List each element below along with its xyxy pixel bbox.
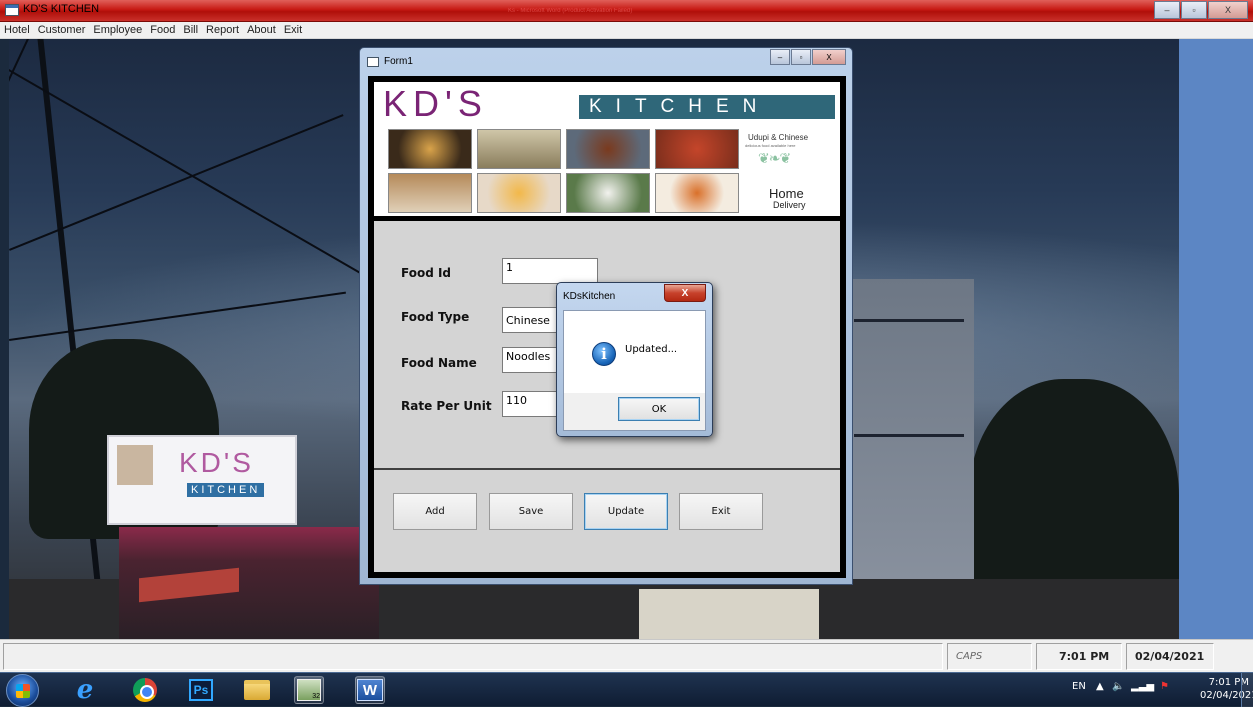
separator	[374, 468, 840, 470]
header-banner: KD'S KITCHEN Udupi & Chinese delicious f…	[374, 82, 840, 216]
maximize-button[interactable]: ▫	[1181, 1, 1207, 19]
network-signal-icon[interactable]: ▂▃▅	[1131, 681, 1154, 692]
minimize-button[interactable]: –	[1154, 1, 1180, 19]
form-icon	[367, 57, 379, 67]
taskbar: e Ps 32 W EN ▲ 🔈 ▂▃▅ ⚑ 7:01 PM 02/04/202…	[0, 672, 1253, 707]
show-desktop-button[interactable]	[1241, 673, 1253, 707]
ok-button[interactable]: OK	[618, 397, 700, 421]
food-id-input[interactable]: 1	[502, 258, 598, 284]
app-32-icon[interactable]: 32	[294, 676, 324, 704]
update-button[interactable]: Update	[584, 493, 668, 530]
food-type-label: Food Type	[401, 310, 470, 324]
dialog-close-button[interactable]: X	[664, 284, 706, 302]
rate-per-unit-label: Rate Per Unit	[401, 399, 492, 413]
exit-button[interactable]: Exit	[679, 493, 763, 530]
photoshop-icon[interactable]: Ps	[186, 676, 216, 704]
food-image	[566, 173, 650, 213]
dialog-body: i Updated... OK	[563, 310, 706, 431]
windows-icon	[16, 684, 30, 698]
food-image	[655, 173, 739, 213]
menu-bar: Hotel Customer Employee Food Bill Report…	[0, 22, 1253, 39]
start-button[interactable]	[6, 674, 39, 707]
internet-explorer-icon[interactable]: e	[70, 675, 100, 705]
food-image	[388, 173, 472, 213]
menu-report[interactable]: Report	[202, 22, 243, 38]
menu-hotel[interactable]: Hotel	[0, 22, 34, 38]
chrome-icon[interactable]	[130, 676, 160, 704]
food-image	[655, 129, 739, 169]
logo-kitchen: KITCHEN	[579, 95, 835, 119]
menu-food[interactable]: Food	[146, 22, 179, 38]
close-button[interactable]: X	[1208, 1, 1248, 19]
delivery-text: Delivery	[773, 200, 806, 210]
status-caps: CAPS	[947, 643, 1032, 670]
form1-title: Form1	[384, 56, 413, 67]
language-indicator[interactable]: EN	[1072, 681, 1086, 692]
menu-about[interactable]: About	[243, 22, 280, 38]
food-image	[477, 173, 561, 213]
desktop-area	[1179, 39, 1253, 639]
status-bar: CAPS 7:01 PM 02/04/2021	[0, 639, 1253, 672]
show-hidden-icons-icon[interactable]: ▲	[1096, 681, 1104, 692]
add-button[interactable]: Add	[393, 493, 477, 530]
ornament-icon: ❦❧❦	[758, 150, 791, 166]
main-titlebar: KD'S KITCHEN Ks - Microsoft Word (Produc…	[0, 0, 1253, 22]
form1-close-button[interactable]: X	[812, 49, 846, 65]
menu-customer[interactable]: Customer	[34, 22, 90, 38]
status-panel-main	[3, 643, 943, 670]
home-text: Home	[769, 186, 804, 201]
form1-maximize-button[interactable]: ▫	[791, 49, 811, 65]
menu-bill[interactable]: Bill	[179, 22, 202, 38]
main-window-title: KD'S KITCHEN	[23, 3, 100, 15]
status-date: 02/04/2021	[1126, 643, 1214, 670]
file-explorer-icon[interactable]	[242, 676, 272, 704]
food-image	[566, 129, 650, 169]
menu-exit[interactable]: Exit	[280, 22, 306, 38]
main-center-text: Ks - Microsoft Word (Product Activation …	[508, 8, 633, 14]
message-dialog: KDsKitchen X i Updated... OK	[556, 282, 713, 437]
food-image	[477, 129, 561, 169]
information-icon: i	[592, 342, 616, 366]
volume-icon[interactable]: 🔈	[1112, 681, 1124, 692]
tagline-small: delicious food available here	[745, 143, 796, 148]
action-center-icon[interactable]: ⚑	[1160, 681, 1169, 692]
app-icon	[5, 4, 19, 16]
food-name-label: Food Name	[401, 356, 477, 370]
food-id-label: Food Id	[401, 266, 452, 280]
dialog-title: KDsKitchen	[563, 291, 616, 302]
food-image	[388, 129, 472, 169]
save-button[interactable]: Save	[489, 493, 573, 530]
tagline: Udupi & Chinese	[748, 133, 809, 142]
status-time: 7:01 PM	[1036, 643, 1122, 670]
logo: KD'S	[383, 83, 488, 124]
dialog-message: Updated...	[625, 344, 678, 355]
form1-minimize-button[interactable]: –	[770, 49, 790, 65]
shop-signboard: KD'S KITCHEN	[107, 435, 297, 525]
menu-employee[interactable]: Employee	[89, 22, 146, 38]
word-icon[interactable]: W	[355, 676, 385, 704]
